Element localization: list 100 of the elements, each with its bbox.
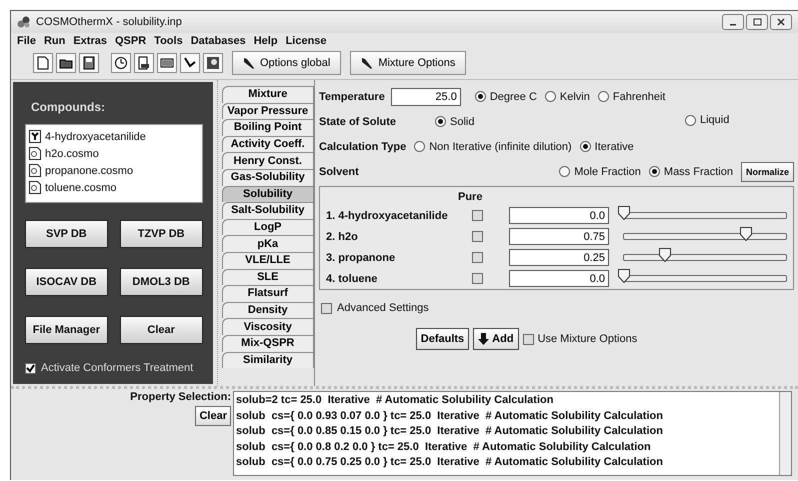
defaults-button[interactable]: Defaults (416, 328, 470, 350)
radio-label: Mass Fraction (664, 166, 733, 178)
menu-item[interactable]: Databases (190, 35, 246, 47)
normalize-button[interactable]: Normalize (740, 162, 794, 182)
menu-item[interactable]: Extras (73, 35, 107, 47)
slider-thumb[interactable] (618, 206, 630, 220)
text-line: solub cs={ 0.0 0.8 0.2 0.0 } tc= 25.0 Iterative # Automatic Solubility Calculation (236, 440, 652, 454)
barcode-icon[interactable] (157, 53, 177, 73)
pure-checkbox[interactable] (472, 273, 483, 284)
checkbox-label: Advanced Settings (337, 302, 429, 314)
save-icon[interactable] (79, 53, 99, 73)
menu-item[interactable]: Tools (154, 35, 183, 47)
options-button[interactable]: Options global (232, 51, 342, 75)
file-icon (29, 147, 41, 160)
tab[interactable]: Mix-QSPR (222, 334, 314, 352)
field-label: Property Selection: (130, 391, 231, 403)
file-icon (29, 164, 41, 177)
radio-button[interactable] (435, 116, 446, 128)
database-button[interactable]: Clear (120, 316, 203, 344)
window-title: COSMOthermX - solubility.inp (36, 16, 182, 28)
add-button[interactable]: Add (473, 328, 519, 350)
compound-item[interactable]: 4-hydroxyacetanilide (45, 130, 146, 142)
menu-item[interactable]: File (17, 35, 36, 47)
tab[interactable]: Boiling Point (222, 119, 314, 136)
pure-checkbox[interactable] (472, 210, 483, 221)
compound-item[interactable]: propanone.cosmo (45, 164, 134, 176)
app-icon (17, 16, 31, 28)
radio-button[interactable] (685, 114, 696, 126)
tab[interactable]: VLE/LLE (222, 252, 314, 269)
minimize-icon[interactable] (722, 14, 744, 30)
fraction-field[interactable]: 0.0 (509, 207, 609, 224)
field-label: Solvent (319, 166, 360, 178)
tab[interactable]: Solubility (222, 186, 314, 202)
tab[interactable]: Mixture (222, 86, 314, 103)
field-label: State of Solute (319, 116, 398, 128)
tab[interactable]: Viscosity (222, 318, 314, 335)
radio-label: Solid (450, 116, 474, 128)
radio-label: Iterative (594, 140, 634, 152)
maximize-icon[interactable] (746, 14, 768, 30)
tab[interactable]: Vapor Pressure (222, 102, 314, 120)
compound-item[interactable]: h2o.cosmo (45, 148, 99, 160)
close-icon[interactable] (770, 14, 792, 30)
slider-thumb[interactable] (658, 248, 670, 262)
property-text-area[interactable] (233, 391, 792, 476)
fraction-field[interactable]: 0.25 (509, 249, 609, 266)
tab[interactable]: pKa (222, 235, 314, 252)
fraction-field[interactable]: 0.0 (509, 270, 609, 287)
checkbox[interactable] (25, 362, 36, 374)
radio-button[interactable] (544, 91, 556, 102)
radio-button[interactable] (414, 141, 426, 152)
menu-item[interactable]: Help (254, 35, 278, 47)
fraction-field[interactable]: 0.75 (509, 228, 609, 245)
clear-button[interactable]: Clear (195, 406, 231, 426)
menu-item[interactable]: License (286, 35, 327, 47)
menu-item[interactable]: QSPR (114, 35, 146, 47)
pure-checkbox[interactable] (472, 231, 483, 242)
tab[interactable]: Flatsurf (222, 285, 314, 302)
tab[interactable]: Gas-Solubility (222, 168, 314, 186)
field-label: Calculation Type (319, 140, 406, 152)
radio-button[interactable] (598, 91, 609, 102)
output-file-icon[interactable] (134, 53, 154, 73)
temperature-field[interactable]: 25.0 (390, 88, 461, 106)
slider-thumb[interactable] (740, 227, 752, 241)
radio-button[interactable] (580, 141, 591, 152)
radio-label: Fahrenheit (612, 90, 666, 102)
scrollbar[interactable] (779, 392, 791, 475)
checkbox[interactable] (321, 302, 332, 314)
tab[interactable]: Density (222, 302, 314, 318)
checkbox[interactable] (522, 334, 534, 344)
component-name: 1. 4-hydroxyacetanilide (326, 210, 449, 222)
tab[interactable]: SLE (222, 268, 314, 286)
tab[interactable]: LogP (222, 218, 314, 236)
tab[interactable]: Salt-Solubility (222, 202, 314, 219)
tab[interactable]: Activity Coeff. (222, 136, 314, 152)
component-name: 3. propanone (326, 252, 396, 264)
arrow-down-icon (478, 333, 490, 345)
radio-button[interactable] (474, 91, 486, 102)
database-button[interactable]: ISOCAV DB (25, 268, 108, 296)
tab[interactable]: Similarity (222, 352, 314, 368)
folder-icon[interactable] (56, 53, 76, 73)
database-button[interactable]: File Manager (25, 316, 108, 344)
database-button[interactable]: DMOL3 DB (120, 268, 203, 296)
compound-item[interactable]: toluene.cosmo (45, 182, 117, 194)
component-name: 2. h2o (326, 230, 359, 242)
wrench-icon (361, 57, 374, 69)
radio-button[interactable] (648, 166, 660, 177)
radio-label: Kelvin (560, 90, 590, 102)
text-line: solub cs={ 0.0 0.75 0.25 0.0 } tc= 25.0 Iterative # Automatic Solubility Calculation (236, 455, 664, 470)
options-button[interactable]: Mixture Options (350, 51, 466, 75)
database-button[interactable]: TZVP DB (120, 220, 203, 248)
text-line: solub cs={ 0.0 0.85 0.15 0.0 } tc= 25.0 Iterative # Automatic Solubility Calculation (236, 424, 664, 439)
new-file-icon[interactable] (33, 53, 53, 73)
panel-title: Compounds: (31, 100, 106, 114)
slider-thumb[interactable] (618, 269, 630, 283)
tab[interactable]: Henry Const. (222, 152, 314, 169)
radio-button[interactable] (559, 166, 570, 177)
menu-item[interactable]: Run (44, 35, 66, 47)
database-button[interactable]: SVP DB (25, 220, 108, 248)
pure-checkbox[interactable] (472, 252, 483, 263)
clock-icon[interactable] (111, 53, 131, 73)
